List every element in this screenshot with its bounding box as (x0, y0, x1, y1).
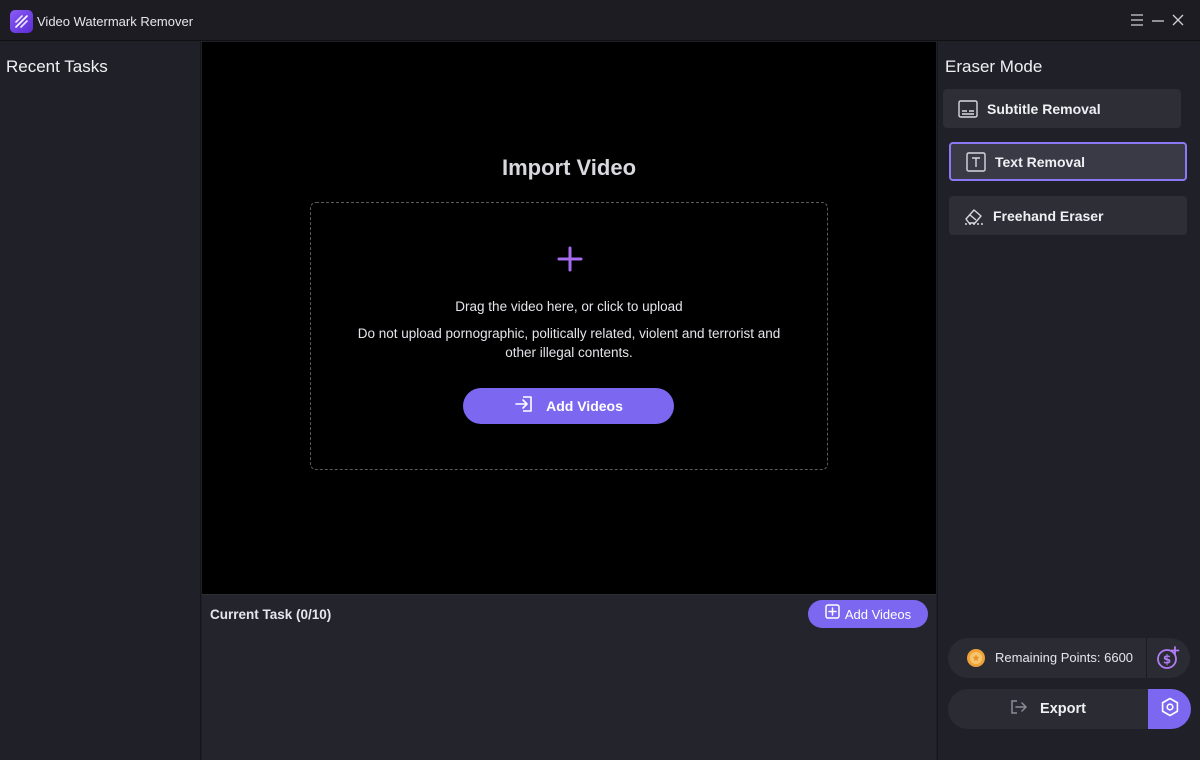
remaining-points-box: Remaining Points: 6600 $ (948, 638, 1190, 678)
recent-tasks-title: Recent Tasks (6, 57, 108, 76)
subtitle-removal-button[interactable]: Subtitle Removal (943, 89, 1181, 128)
add-videos-small-label: Add Videos (844, 606, 912, 622)
points-divider (1146, 638, 1147, 678)
drop-hint-text: Drag the video here, or click to upload (455, 299, 683, 314)
eraser-mode-title: Eraser Mode (945, 57, 1043, 76)
freehand-eraser-button[interactable]: Freehand Eraser (949, 196, 1187, 235)
add-videos-small-button[interactable]: Add Videos (808, 600, 928, 628)
buy-points-icon[interactable]: $ (1155, 645, 1181, 671)
export-label: Export (1040, 701, 1086, 717)
subtitle-removal-label: Subtitle Removal (987, 100, 1101, 117)
export-icon (1010, 699, 1028, 720)
close-icon[interactable] (1170, 12, 1186, 28)
current-task-panel: Current Task (0/10) Add Videos (202, 594, 936, 760)
app-logo-icon (10, 10, 33, 33)
coin-icon (966, 648, 986, 668)
eraser-icon (963, 205, 985, 227)
remaining-points-label: Remaining Points: 6600 (995, 650, 1134, 665)
subtitle-icon (957, 98, 979, 120)
export-button[interactable]: Export (948, 689, 1148, 729)
export-settings-button[interactable] (1148, 689, 1191, 729)
upload-warning-text: Do not upload pornographic, politically … (357, 326, 781, 360)
minimize-icon[interactable] (1150, 12, 1166, 28)
recent-tasks-panel: Recent Tasks (0, 42, 201, 760)
text-removal-label: Text Removal (995, 153, 1085, 170)
title-bar: Video Watermark Remover (0, 0, 1200, 41)
text-removal-button[interactable]: Text Removal (949, 142, 1187, 181)
plus-icon (556, 245, 584, 273)
add-box-icon (825, 604, 840, 624)
add-videos-label: Add Videos (546, 398, 623, 414)
import-area: Import Video Drag the video here, or cli… (202, 42, 936, 594)
import-icon (514, 395, 534, 418)
import-title: Import Video (501, 155, 637, 180)
app-title: Video Watermark Remover (37, 14, 194, 29)
eraser-mode-panel: Eraser Mode Subtitle Removal Text Remova… (937, 42, 1200, 760)
menu-icon[interactable] (1129, 12, 1145, 28)
current-task-title: Current Task (0/10) (210, 607, 332, 622)
svg-text:$: $ (1163, 653, 1171, 667)
freehand-eraser-label: Freehand Eraser (993, 207, 1104, 224)
settings-hex-icon (1160, 697, 1180, 722)
add-videos-button[interactable]: Add Videos (463, 388, 674, 424)
upload-dropzone[interactable]: Drag the video here, or click to upload … (310, 202, 828, 470)
text-icon (965, 151, 987, 173)
